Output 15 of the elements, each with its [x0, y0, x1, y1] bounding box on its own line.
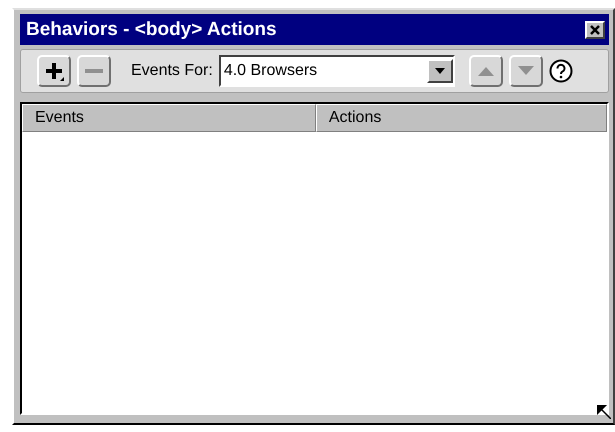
dropdown-arrow-icon [434, 68, 445, 74]
plus-icon [44, 61, 64, 81]
column-header[interactable]: Actions [316, 104, 607, 132]
close-icon [590, 24, 600, 34]
events-for-label: Events For: [131, 62, 213, 80]
minus-icon [85, 69, 103, 73]
resize-grip-icon[interactable] [597, 405, 611, 419]
add-button[interactable] [37, 55, 71, 87]
column-header[interactable]: Events [22, 104, 316, 132]
up-arrow-icon [478, 66, 494, 76]
down-arrow-icon [518, 66, 534, 76]
close-button[interactable] [585, 20, 605, 38]
help-icon[interactable] [548, 59, 573, 83]
events-for-dropdown[interactable]: 4.0 Browsers [218, 55, 455, 87]
window-title: Behaviors - <body> Actions [26, 18, 277, 40]
